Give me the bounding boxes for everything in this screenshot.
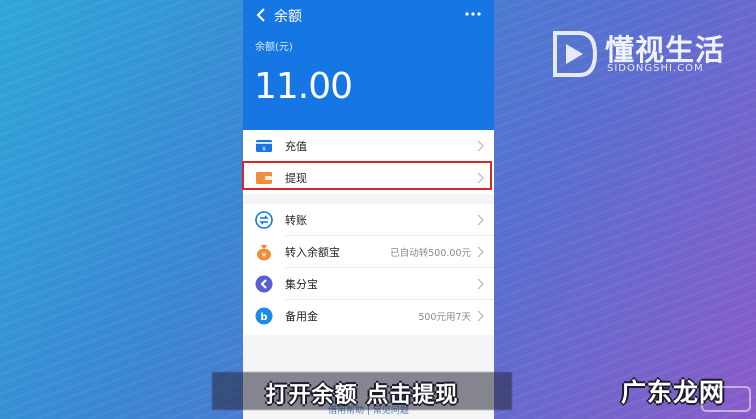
chevron-right-icon [477, 246, 484, 258]
svg-text:¥: ¥ [262, 146, 266, 153]
more-options-icon[interactable] [464, 6, 482, 22]
transfer-icon [255, 211, 273, 229]
menu-item-recharge[interactable]: ¥ 充值 [243, 130, 494, 162]
points-icon [255, 275, 273, 293]
menu-item-reserve-fund[interactable]: b 备用金 500元用7天 [243, 300, 494, 332]
recharge-card-icon: ¥ [256, 140, 272, 153]
watermark-subtitle: SIDONGSHI.COM [607, 63, 704, 74]
menu-item-label: 转入余额宝 [285, 246, 340, 259]
chevron-right-icon [477, 310, 484, 322]
phone-screen: 余额 余额(元) 11.00 ¥ 充值 提现 转账 ¥ 转入余额宝 已自动转50… [243, 0, 494, 419]
menu-item-label: 备用金 [285, 310, 318, 323]
back-arrow-icon[interactable] [255, 7, 267, 23]
chevron-right-icon [477, 278, 484, 290]
play-logo-icon [553, 31, 598, 77]
balance-header: 余额 余额(元) 11.00 [243, 0, 494, 130]
menu-item-label: 集分宝 [285, 278, 318, 291]
corner-logo-icon [701, 386, 751, 412]
menu-item-jifenbao[interactable]: 集分宝 [243, 268, 494, 300]
chevron-right-icon [477, 214, 484, 226]
chevron-right-icon [477, 140, 484, 152]
watermark-logo: 懂视生活 SIDONGSHI.COM [549, 26, 729, 80]
video-subtitle: 打开余额 点击提现 [265, 383, 459, 408]
menu-item-label: 充值 [285, 140, 307, 153]
reserve-fund-terms: 500元用7天 [418, 312, 471, 323]
balance-value: 11.00 [254, 66, 353, 107]
menu-item-label: 转账 [285, 214, 307, 227]
auto-transfer-status: 已自动转500.00元 [390, 248, 471, 259]
page-title: 余额 [274, 9, 302, 25]
balance-label: 余额(元) [255, 42, 293, 53]
svg-text:b: b [260, 312, 267, 323]
money-bag-icon: ¥ [257, 245, 271, 261]
menu-item-yuebao[interactable]: ¥ 转入余额宝 已自动转500.00元 [243, 236, 494, 268]
withdraw-highlight-box [242, 161, 492, 190]
svg-text:¥: ¥ [262, 252, 267, 260]
services-menu-group: 转账 ¥ 转入余额宝 已自动转500.00元 集分宝 b 备用金 500元用7天 [243, 204, 494, 335]
reserve-fund-icon: b [255, 307, 273, 325]
menu-item-transfer[interactable]: 转账 [243, 204, 494, 236]
